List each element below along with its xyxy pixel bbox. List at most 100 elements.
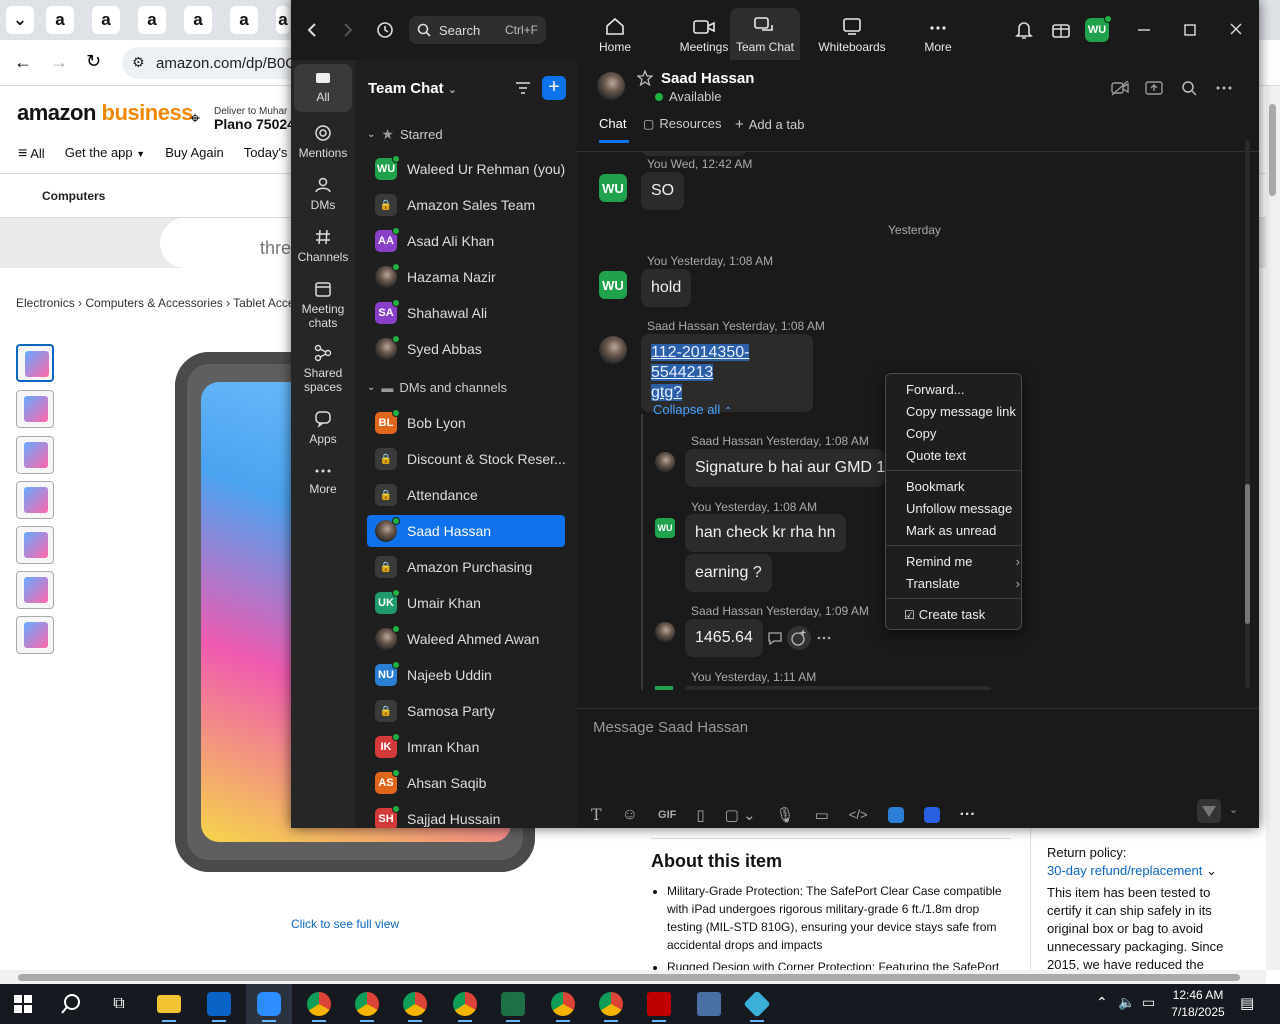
add-reaction-button[interactable] [787, 626, 811, 650]
file-icon[interactable]: ▯ [696, 806, 704, 824]
sidebar-item[interactable]: 🔒 Attendance [367, 479, 565, 511]
avatar[interactable]: WU [599, 174, 627, 202]
sidebar-item[interactable]: WU Waleed Ur Rehman (you) [367, 153, 565, 185]
menu-copy[interactable]: Copy [906, 426, 1016, 441]
network-icon[interactable]: ▭ [1142, 994, 1155, 1011]
more-dots-icon[interactable] [1215, 82, 1233, 94]
sidebar-item[interactable]: 🔒 Amazon Sales Team [367, 189, 565, 221]
sidebar-item[interactable]: SH Sajjad Hussain [367, 803, 565, 828]
more-dots-icon[interactable]: ··· [960, 806, 976, 824]
nav-buy-again[interactable]: Buy Again [165, 145, 224, 163]
vertical-scrollbar[interactable] [1266, 86, 1280, 970]
gif-icon[interactable]: GIF [658, 809, 676, 821]
reply-icon[interactable] [767, 630, 785, 646]
reply-bubble[interactable]: 1465.64 [685, 619, 763, 657]
menu-copy-link[interactable]: Copy message link [906, 404, 1016, 419]
task-view-button[interactable]: ⧉ [96, 984, 142, 1024]
product-thumbnail[interactable] [16, 571, 54, 609]
menu-quote[interactable]: Quote text [906, 448, 1016, 463]
menu-create-task[interactable]: ☑ Create task [904, 607, 1014, 622]
reply-bubble[interactable]: earning ? [685, 554, 772, 592]
nav-all[interactable]: ≡ All [18, 145, 45, 163]
send-button[interactable] [1197, 799, 1221, 823]
taskbar-chrome[interactable] [296, 984, 342, 1024]
message-composer[interactable]: Message Saad Hassan T ☺ GIF ▯ ▢ ⌄ 🎙 ▭ </… [577, 708, 1259, 828]
menu-unfollow[interactable]: Unfollow message [906, 501, 1016, 516]
video-off-icon[interactable] [1111, 80, 1129, 96]
notification-bell-icon[interactable] [1015, 20, 1033, 40]
taskbar-file-explorer[interactable] [146, 984, 192, 1024]
code-snippet-icon[interactable]: </> [849, 807, 868, 822]
menu-translate[interactable]: Translate › [906, 576, 1020, 591]
text-format-icon[interactable]: T [591, 805, 602, 824]
tab-more[interactable]: More [915, 8, 961, 60]
rail-more[interactable]: More [294, 464, 352, 496]
new-chat-plus-icon[interactable]: + [542, 76, 566, 100]
close-icon[interactable] [1229, 22, 1243, 38]
tab-team-chat[interactable]: Team Chat [730, 8, 800, 60]
screenshot-icon[interactable]: ▢ ⌄ [725, 806, 756, 824]
browser-tab[interactable]: a [46, 6, 74, 34]
taskbar-filezilla[interactable] [636, 984, 682, 1024]
contact-photo[interactable] [655, 452, 675, 472]
site-info-icon[interactable]: ⚙ [132, 54, 145, 71]
product-thumbnail[interactable] [16, 616, 54, 654]
sidebar-item[interactable]: Hazama Nazir [367, 261, 565, 293]
contact-photo[interactable] [599, 336, 627, 364]
back-arrow-icon[interactable] [307, 22, 317, 38]
more-dots-icon[interactable] [817, 634, 831, 642]
rail-apps[interactable]: Apps [294, 410, 352, 446]
reply-bubble[interactable]: Signature b hai aur GMD 1 a [685, 449, 885, 487]
app-icon[interactable] [887, 806, 904, 823]
taskbar-calculator[interactable] [686, 984, 732, 1024]
video-message-icon[interactable]: ▭ [815, 806, 829, 824]
sidebar-item[interactable]: AS Ahsan Saqib [367, 767, 565, 799]
message-bubble[interactable]: hold [641, 269, 692, 307]
forward-icon[interactable]: → [50, 52, 68, 73]
filter-icon[interactable] [515, 81, 531, 95]
search-icon[interactable] [1181, 80, 1197, 96]
horizontal-scrollbar[interactable] [0, 970, 1266, 984]
system-clock[interactable]: 12:46 AM 7/18/2025 [1166, 987, 1230, 1021]
sidebar-item[interactable]: BL Bob Lyon [367, 407, 565, 439]
taskbar-chrome[interactable] [588, 984, 634, 1024]
amazon-business-logo[interactable]: amazon business [17, 100, 193, 126]
browser-tab[interactable]: a [230, 6, 258, 34]
message-bubble[interactable]: SO [641, 172, 685, 210]
taskbar-zoom[interactable] [246, 984, 292, 1024]
share-screen-icon[interactable] [1145, 80, 1163, 96]
history-icon[interactable] [375, 20, 395, 40]
notification-center-icon[interactable]: ▤ [1240, 994, 1254, 1012]
tab-list-button[interactable]: ⌄ [6, 6, 34, 34]
sidebar-item[interactable]: 🔒 Amazon Purchasing [367, 551, 565, 583]
gift-box-icon[interactable] [1051, 21, 1071, 39]
menu-bookmark[interactable]: Bookmark [906, 479, 1016, 494]
group-dms-channels[interactable]: ⌄ ▬ DMs and channels [367, 380, 507, 395]
taskbar-search[interactable] [48, 984, 94, 1024]
menu-remind[interactable]: Remind me › [906, 554, 1020, 569]
rail-all[interactable]: All [294, 64, 352, 112]
sidebar-title[interactable]: Team Chat ⌄ [368, 80, 457, 97]
microphone-icon[interactable]: 🎙 [776, 806, 795, 824]
product-thumbnail[interactable] [16, 344, 54, 382]
scroll-thumb[interactable] [1269, 104, 1276, 196]
tab-chat[interactable]: Chat [599, 116, 626, 131]
menu-mark-unread[interactable]: Mark as unread [906, 523, 1016, 538]
sidebar-item[interactable]: 🔒 Samosa Party [367, 695, 565, 727]
star-outline-icon[interactable] [637, 70, 653, 86]
product-thumbnail[interactable] [16, 526, 54, 564]
scroll-thumb[interactable] [1245, 484, 1250, 624]
taskbar-chrome[interactable] [442, 984, 488, 1024]
contact-photo[interactable] [597, 72, 625, 100]
browser-tab[interactable]: a [184, 6, 212, 34]
rail-channels[interactable]: Channels [294, 228, 352, 264]
product-thumbnail[interactable] [16, 390, 54, 428]
full-view-link[interactable]: Click to see full view [291, 917, 399, 931]
tab-resources[interactable]: ▢ Resources [643, 116, 721, 131]
maximize-icon[interactable] [1183, 22, 1197, 38]
app-icon[interactable] [923, 806, 940, 823]
message-bubble-selected[interactable]: 112-2014350-5544213 gtg? [641, 334, 813, 412]
tab-add[interactable]: + Add a tab [735, 116, 804, 133]
subnav-computers[interactable]: Computers [42, 189, 105, 203]
rail-shared-spaces[interactable]: Shared spaces [294, 344, 352, 394]
